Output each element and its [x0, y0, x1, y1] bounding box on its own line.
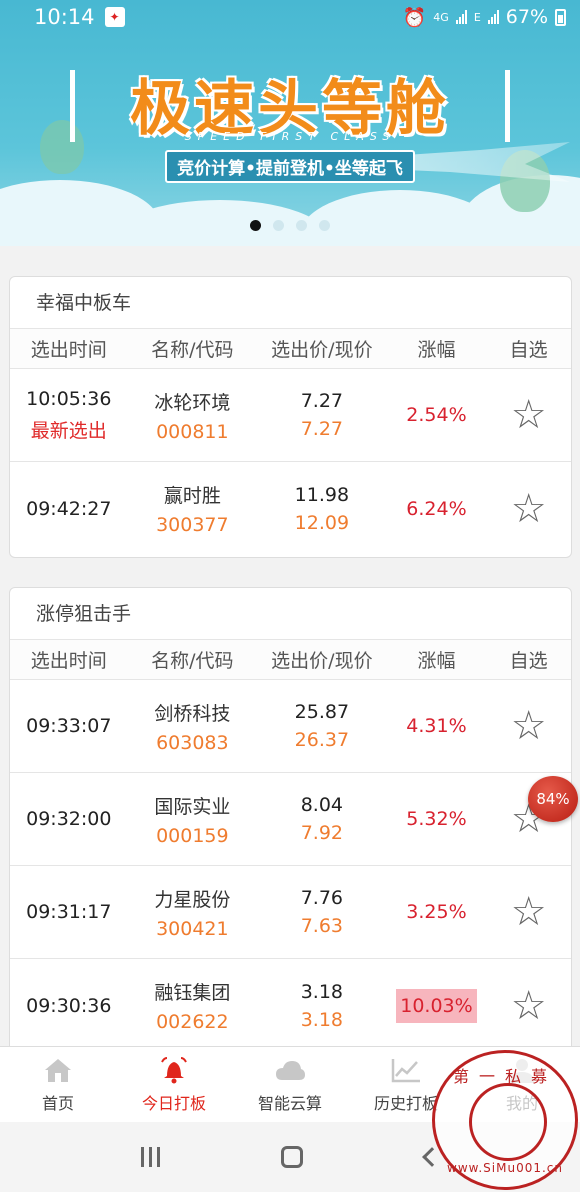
- pick-price: 3.18: [300, 980, 344, 1003]
- table-row[interactable]: 09:31:17 力星股份 300421 7.76 7.63 3.25% ☆: [10, 866, 571, 959]
- stock-code: 000159: [156, 824, 229, 847]
- floating-progress-badge[interactable]: 84%: [528, 776, 578, 822]
- change-percent: 2.54%: [406, 404, 467, 426]
- section-card: 幸福中板车 选出时间 名称/代码 选出价/现价 涨幅 自选 10:05:36 最新…: [9, 276, 572, 558]
- header-name: 名称/代码: [151, 650, 234, 672]
- header-fav: 自选: [509, 339, 548, 361]
- section-title: 幸福中板车: [10, 277, 571, 329]
- promo-banner[interactable]: 极速头等舱 SPEED FIRST CLASS 竞价计算•提前登机•坐等起飞: [0, 0, 580, 246]
- tab-label: 首页: [41, 1093, 74, 1113]
- signal-icon: [487, 10, 499, 24]
- pick-time: 09:33:07: [26, 715, 112, 737]
- stock-code: 603083: [156, 731, 229, 754]
- table-row[interactable]: 09:32:00 国际实业 000159 8.04 7.92 5.32% ☆: [10, 773, 571, 866]
- change-percent: 4.31%: [406, 715, 467, 737]
- current-price: 7.27: [300, 418, 344, 440]
- carousel-dot[interactable]: [319, 220, 330, 231]
- cloud-icon: [276, 1060, 305, 1080]
- carousel-dots[interactable]: [0, 220, 580, 231]
- table-row[interactable]: 09:33:07 剑桥科技 603083 25.87 26.37 4.31% ☆: [10, 680, 571, 773]
- star-icon[interactable]: ☆: [511, 983, 547, 1029]
- header-name: 名称/代码: [151, 339, 234, 361]
- header-price: 选出价/现价: [271, 339, 373, 361]
- pick-price: 8.04: [300, 794, 344, 816]
- header-price: 选出价/现价: [271, 650, 373, 672]
- star-icon[interactable]: ☆: [511, 486, 547, 532]
- alarm-icon: ⏰: [402, 6, 427, 29]
- current-price: 7.92: [300, 822, 344, 844]
- app-notification-icon: ✦: [104, 7, 125, 27]
- star-icon[interactable]: ☆: [511, 392, 547, 438]
- tab-label: 今日打板: [141, 1093, 206, 1113]
- signal-icon: [455, 10, 467, 24]
- pick-time: 09:42:27: [26, 497, 112, 520]
- header-time: 选出时间: [30, 339, 107, 361]
- home-button[interactable]: [281, 1146, 304, 1168]
- section-title: 涨停狙击手: [10, 588, 571, 640]
- current-price: 12.09: [294, 511, 350, 534]
- battery-percent: 67%: [505, 6, 548, 28]
- pick-price: 7.76: [300, 887, 344, 909]
- chart-icon: [391, 1058, 420, 1082]
- bell-icon: [161, 1056, 187, 1083]
- carousel-dot[interactable]: [250, 220, 261, 231]
- banner-tagline: 竞价计算•提前登机•坐等起飞: [165, 150, 415, 183]
- stock-code: 300421: [156, 917, 229, 940]
- tab-label: 历史打板: [373, 1093, 438, 1113]
- new-pick-tag: 最新选出: [30, 419, 107, 442]
- carousel-dot[interactable]: [296, 220, 307, 231]
- tab-label: 智能云算: [257, 1093, 322, 1113]
- carousel-dot[interactable]: [273, 220, 284, 231]
- current-price: 7.63: [300, 915, 344, 937]
- change-percent: 6.24%: [406, 497, 467, 520]
- table-row[interactable]: 09:30:36 融钰集团 002622 3.18 3.18 10.03% ☆: [10, 959, 571, 1052]
- pick-price: 11.98: [294, 483, 350, 506]
- watermark-url: www.SiMu001.cn: [447, 1161, 563, 1175]
- stock-name: 剑桥科技: [154, 702, 231, 725]
- current-price: 3.18: [300, 1008, 344, 1031]
- stock-name: 融钰集团: [154, 982, 231, 1004]
- tab-smart-cloud[interactable]: 智能云算: [232, 1047, 348, 1122]
- change-percent-highlight: 10.03%: [396, 988, 477, 1023]
- pick-price: 25.87: [294, 701, 350, 723]
- stock-name: 国际实业: [154, 795, 231, 818]
- stock-code: 300377: [156, 514, 229, 536]
- network-type-2: E: [473, 10, 481, 24]
- table-header: 选出时间 名称/代码 选出价/现价 涨幅 自选: [10, 329, 571, 369]
- header-change: 涨幅: [417, 339, 456, 361]
- section-card: 涨停狙击手 选出时间 名称/代码 选出价/现价 涨幅 自选 09:33:07 剑…: [9, 587, 572, 1057]
- change-percent: 5.32%: [406, 808, 467, 830]
- pick-time: 09:31:17: [26, 901, 112, 923]
- stock-code: 002622: [156, 1011, 229, 1033]
- current-price: 26.37: [294, 729, 350, 751]
- pick-time: 09:30:36: [26, 994, 112, 1017]
- pick-time: 09:32:00: [26, 808, 112, 830]
- stock-name: 冰轮环境: [154, 391, 231, 414]
- star-icon[interactable]: ☆: [511, 889, 547, 935]
- table-header: 选出时间 名称/代码 选出价/现价 涨幅 自选: [10, 640, 571, 680]
- watermark-seal: 第一私募 www.SiMu001.cn: [432, 1050, 578, 1190]
- table-row[interactable]: 10:05:36 最新选出 冰轮环境 000811 7.27 7.27 2.54% ☆: [10, 369, 571, 462]
- change-percent: 3.25%: [406, 901, 467, 923]
- battery-icon: [555, 8, 566, 26]
- stock-name: 力星股份: [154, 888, 231, 911]
- watermark-logo-icon: [469, 1083, 547, 1161]
- home-icon: [45, 1058, 71, 1082]
- clock: 10:14: [34, 5, 95, 29]
- tab-today-board[interactable]: 今日打板: [116, 1047, 232, 1122]
- pick-time: 10:05:36: [26, 387, 112, 410]
- network-type: 4G: [433, 10, 449, 24]
- tab-home[interactable]: 首页: [0, 1047, 116, 1122]
- stock-code: 000811: [156, 420, 229, 443]
- star-icon[interactable]: ☆: [511, 703, 547, 749]
- banner-subtitle: SPEED FIRST CLASS: [184, 130, 396, 143]
- pick-price: 7.27: [300, 390, 344, 412]
- header-change: 涨幅: [417, 650, 456, 672]
- table-row[interactable]: 09:42:27 赢时胜 300377 11.98 12.09 6.24% ☆: [10, 462, 571, 555]
- recent-apps-button[interactable]: [140, 1147, 160, 1167]
- header-time: 选出时间: [30, 650, 107, 672]
- header-fav: 自选: [509, 650, 548, 672]
- status-bar: 10:14 ✦ ⏰ 4G E 67%: [0, 0, 580, 34]
- stock-name: 赢时胜: [163, 485, 221, 507]
